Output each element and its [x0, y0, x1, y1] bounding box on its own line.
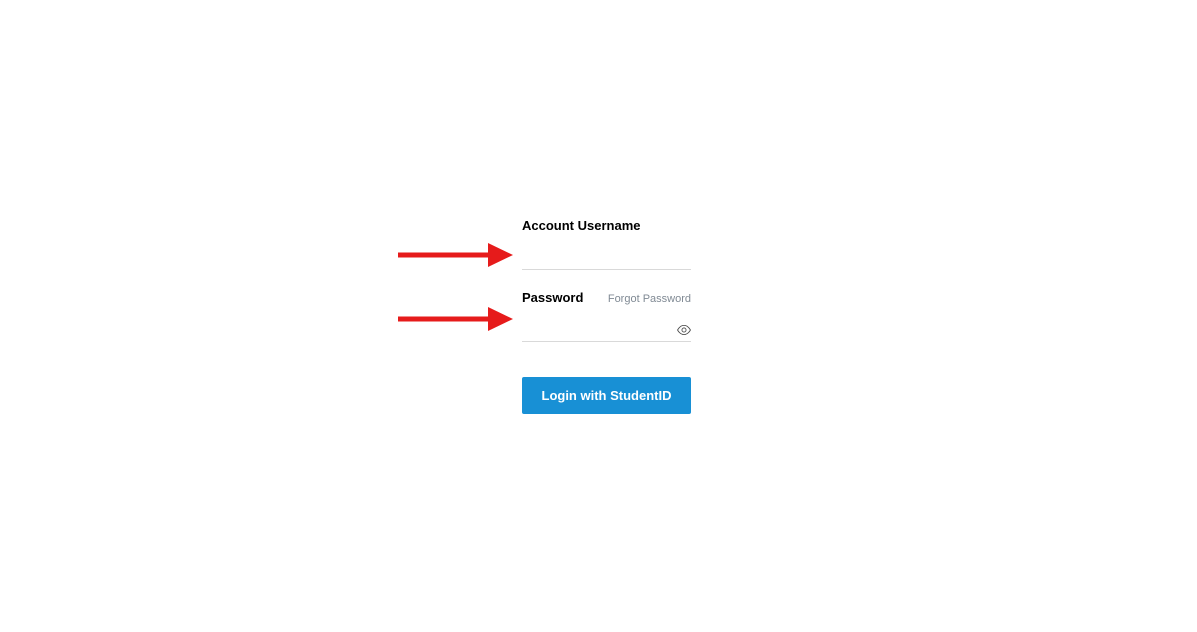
password-field-group: Password Forgot Password [522, 290, 691, 342]
login-button[interactable]: Login with StudentID [522, 377, 691, 414]
username-label: Account Username [522, 218, 640, 233]
arrow-annotation-icon [398, 307, 513, 331]
username-field-group: Account Username [522, 218, 691, 270]
forgot-password-link[interactable]: Forgot Password [608, 293, 691, 305]
password-label-row: Password Forgot Password [522, 290, 691, 305]
password-label: Password [522, 290, 583, 305]
password-input[interactable] [522, 318, 691, 337]
username-input[interactable] [522, 246, 691, 265]
login-form: Account Username Password Forgot Passwor… [522, 218, 691, 414]
arrow-annotation-icon [398, 243, 513, 267]
eye-icon[interactable] [677, 325, 691, 335]
username-input-wrapper [522, 246, 691, 270]
password-input-wrapper [522, 318, 691, 342]
username-label-row: Account Username [522, 218, 691, 233]
